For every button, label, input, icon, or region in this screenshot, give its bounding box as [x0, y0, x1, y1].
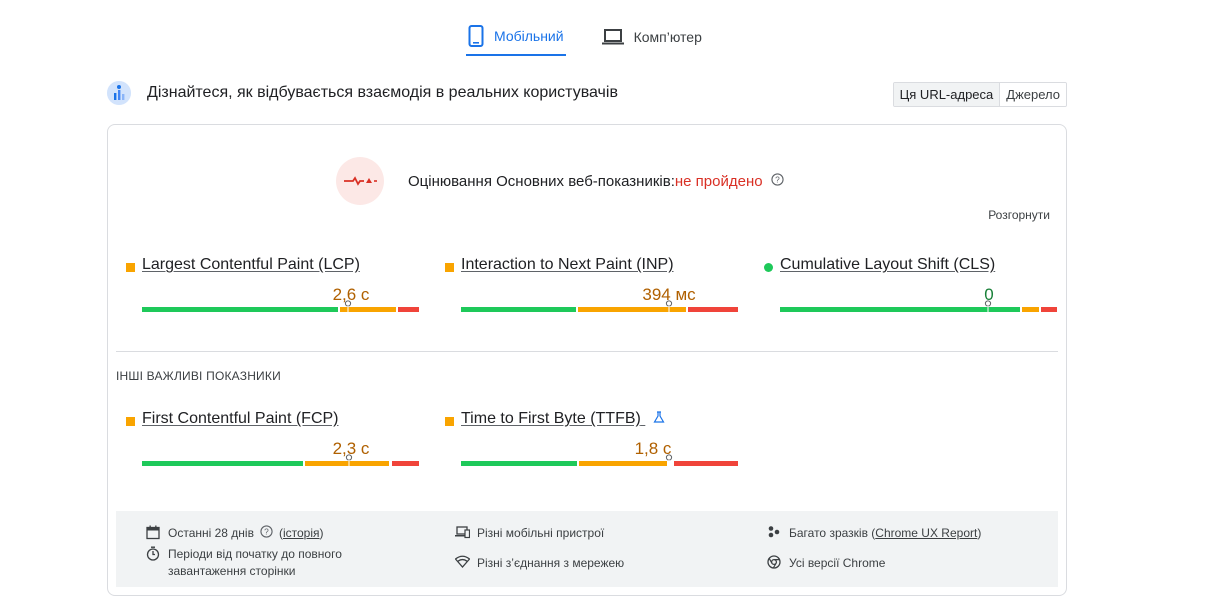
page-load-duration: Періоди від початку до повного завантаже…: [146, 546, 376, 580]
flask-icon: [653, 410, 665, 428]
metric-lcp: Largest Contentful Paint (LCP) 2,6 с: [126, 256, 421, 326]
help-icon[interactable]: ?: [260, 525, 273, 543]
needs-improvement-segment: [1022, 307, 1039, 312]
percentile-marker-icon: [345, 454, 353, 470]
poor-segment: [392, 461, 419, 466]
failed-assessment-icon: [336, 157, 384, 205]
device-types: Різні мобільні пристрої: [455, 525, 604, 542]
assessment-label: Оцінювання Основних веб-показників:: [408, 173, 675, 190]
good-segment: [461, 307, 576, 312]
distribution-bar: [461, 300, 738, 316]
tab-desktop-label: Комп’ютер: [633, 29, 702, 45]
chrome-icon: [767, 555, 783, 571]
this-url-button[interactable]: Ця URL-адреса: [893, 83, 1001, 106]
distribution-bar: [142, 454, 419, 470]
svg-text:?: ?: [775, 175, 780, 185]
poor-segment: [398, 307, 419, 312]
metric-inp: Interaction to Next Paint (INP) 394 мс: [445, 256, 740, 326]
needs-improvement-indicator: [445, 417, 454, 426]
needs-improvement-indicator: [126, 263, 135, 272]
metric-ttfb: Time to First Byte (TTFB) 1,8 с: [445, 410, 740, 480]
needs-improvement-indicator: [126, 417, 135, 426]
good-segment: [142, 461, 303, 466]
distribution-bar: [142, 300, 419, 316]
calendar-icon: [146, 525, 162, 541]
assessment-heading: Оцінювання Основних веб-показників: не п…: [408, 173, 784, 190]
users-icon: [767, 525, 783, 541]
help-icon[interactable]: ?: [770, 173, 784, 190]
metric-name[interactable]: Interaction to Next Paint (INP): [461, 256, 674, 274]
stopwatch-icon: [146, 546, 162, 562]
chrome-versions: Усі версії Chrome: [767, 555, 885, 572]
metric-name[interactable]: Largest Contentful Paint (LCP): [142, 256, 360, 274]
origin-button[interactable]: Джерело: [1000, 83, 1066, 106]
percentile-marker-icon: [665, 300, 673, 316]
history-link[interactable]: історія: [283, 526, 320, 540]
poor-segment: [674, 461, 738, 466]
period-text: Останні 28 днів: [168, 526, 254, 540]
network-types: Різні з’єднання з мережею: [454, 555, 625, 572]
sample-source: Багато зразків (Chrome UX Report): [767, 525, 981, 542]
section-title: Дізнайтеся, як відбувається взаємодія в …: [147, 84, 618, 101]
assessment-status: не пройдено: [674, 173, 763, 190]
field-data-header: Дізнайтеся, як відбувається взаємодія в …: [107, 81, 1067, 107]
tab-mobile[interactable]: Мобільний: [466, 18, 566, 56]
metric-name[interactable]: First Contentful Paint (FCP): [142, 410, 339, 428]
good-segment: [142, 307, 338, 312]
metric-name[interactable]: Time to First Byte (TTFB): [461, 410, 641, 427]
tab-desktop[interactable]: Комп’ютер: [600, 18, 704, 56]
other-metrics-label: ІНШІ ВАЖЛИВІ ПОКАЗНИКИ: [116, 369, 281, 383]
percentile-marker-icon: [984, 300, 992, 316]
crux-report-link[interactable]: Chrome UX Report: [875, 525, 977, 542]
good-indicator: [764, 263, 773, 272]
data-source-footer: Останні 28 днів ? (історія) Періоди від …: [116, 511, 1058, 587]
network-text: Різні з’єднання з мережею: [477, 556, 625, 570]
distribution-bar: [780, 300, 1057, 316]
metric-name-wrap: Time to First Byte (TTFB): [461, 410, 665, 428]
devices-text: Різні мобільні пристрої: [477, 526, 605, 540]
distribution-bar: [461, 454, 738, 470]
wifi-icon: [454, 555, 471, 571]
poor-segment: [688, 307, 738, 312]
device-tabs: Мобільний Комп’ютер: [466, 18, 704, 56]
tab-mobile-label: Мобільний: [494, 28, 564, 44]
section-divider: [116, 351, 1058, 352]
chrome-text: Усі версії Chrome: [789, 556, 886, 570]
poor-segment: [1041, 307, 1057, 312]
metric-fcp: First Contentful Paint (FCP) 2,3 с: [126, 410, 421, 480]
metric-cls: Cumulative Layout Shift (CLS) 0: [764, 256, 1059, 326]
percentile-marker-icon: [344, 300, 352, 316]
devices-icon: [455, 525, 471, 541]
expand-link[interactable]: Розгорнути: [988, 208, 1050, 222]
metric-name[interactable]: Cumulative Layout Shift (CLS): [780, 256, 995, 274]
collection-period: Останні 28 днів ? (історія): [146, 525, 324, 543]
duration-text: Періоди від початку до повного завантаже…: [168, 547, 342, 578]
percentile-marker-icon: [665, 454, 673, 470]
field-data-card: Оцінювання Основних веб-показників: не п…: [107, 124, 1067, 596]
laptop-icon: [601, 29, 624, 45]
needs-improvement-indicator: [445, 263, 454, 272]
scope-toggle: Ця URL-адреса Джерело: [892, 82, 1067, 107]
smartphone-icon: [468, 25, 484, 47]
svg-text:?: ?: [264, 527, 269, 537]
needs-improvement-segment: [579, 461, 667, 466]
samples-prefix: Багато зразків (: [789, 526, 876, 540]
crux-logo-icon: [107, 81, 131, 105]
samples-suffix: ): [977, 526, 982, 540]
good-segment: [461, 461, 577, 466]
